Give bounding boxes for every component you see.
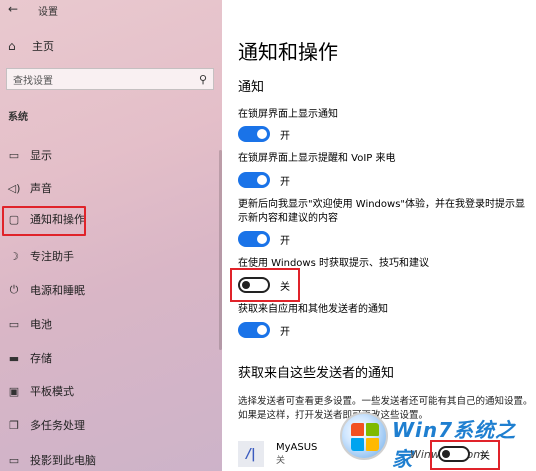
search-placeholder: 查找设置: [13, 75, 53, 87]
toggle-row-app-notifications[interactable]: 开: [238, 322, 290, 338]
setting-label-welcome-experience: 更新后向我显示"欢迎使用 Windows"体验，并在我登录时提示显示新内容和建议…: [238, 199, 526, 224]
toggle-switch[interactable]: [238, 231, 270, 247]
sidebar-item-home[interactable]: ⌂ 主页: [8, 38, 54, 54]
toggle-switch[interactable]: [238, 322, 270, 338]
toggle-state-label: 开: [280, 130, 290, 142]
sound-icon: ◁): [7, 181, 21, 195]
notifications-heading: 通知: [238, 80, 265, 95]
sidebar-item-tablet-mode[interactable]: ▣ 平板模式: [0, 378, 220, 404]
sidebar-item-display[interactable]: ▭ 显示: [0, 142, 220, 168]
sidebar-item-label: 平板模式: [30, 385, 74, 398]
app-status: 关: [276, 456, 286, 466]
sidebar-item-label: 存储: [30, 352, 52, 365]
toggle-row-lockscreen-notifications[interactable]: 开: [238, 126, 290, 142]
toggle-switch[interactable]: [238, 172, 270, 188]
project-icon: ▭: [8, 453, 20, 467]
display-icon: ▭: [8, 148, 20, 162]
setting-label-app-notifications: 获取来自应用和其他发送者的通知: [238, 304, 388, 315]
tips-toggle-highlight-box: [230, 268, 300, 302]
sidebar-item-label: 电源和睡眠: [30, 284, 85, 297]
sidebar-item-focus-assist[interactable]: ☽ 专注助手: [0, 243, 220, 269]
search-icon[interactable]: ⚲: [193, 73, 213, 86]
sidebar-item-power[interactable]: ⏻ 电源和睡眠: [0, 277, 220, 303]
sidebar: ← 设置 ⌂ 主页 查找设置 ⚲ 系统 ▭ 显示 ◁) 声音 ▢ 通知和操作 ☽…: [0, 0, 222, 471]
main-panel: 通知和操作 通知 在锁屏界面上显示通知 开 在锁屏界面上显示提醒和 VoIP 来…: [222, 0, 536, 471]
setting-label-lockscreen-voip: 在锁屏界面上显示提醒和 VoIP 来电: [238, 153, 396, 164]
tablet-icon: ▣: [8, 384, 20, 398]
sidebar-item-project[interactable]: ▭ 投影到此电脑: [0, 447, 220, 471]
app-name: MyASUS: [276, 442, 318, 453]
sidebar-item-label: 显示: [30, 149, 52, 162]
toggle-switch[interactable]: [238, 126, 270, 142]
sidebar-item-label: 专注助手: [30, 250, 74, 263]
page-title: 通知和操作: [238, 40, 338, 64]
multitask-icon: ❐: [9, 418, 19, 432]
home-icon: ⌂: [8, 39, 16, 53]
toggle-state-label: 开: [280, 235, 290, 247]
sender-item-myasus[interactable]: /| MyASUS 关: [238, 441, 317, 467]
myasus-toggle-highlight-box: [430, 440, 500, 470]
senders-heading: 获取来自这些发送者的通知: [238, 366, 395, 381]
windows-logo-icon: [340, 412, 388, 460]
toggle-state-label: 开: [280, 326, 290, 338]
sidebar-item-sound[interactable]: ◁) 声音: [0, 175, 220, 201]
toggle-row-lockscreen-voip[interactable]: 开: [238, 172, 290, 188]
sidebar-item-notifications[interactable]: ▢ 通知和操作: [0, 206, 220, 236]
setting-label-lockscreen-notifications: 在锁屏界面上显示通知: [238, 109, 338, 120]
home-label: 主页: [32, 40, 54, 53]
sidebar-item-battery[interactable]: ▭ 电池: [0, 311, 220, 337]
battery-icon: ▭: [8, 317, 20, 331]
moon-icon: ☽: [9, 249, 19, 263]
section-label-system: 系统: [8, 112, 28, 123]
myasus-app-icon: /|: [238, 441, 264, 467]
toggle-state-label: 开: [280, 176, 290, 188]
sidebar-item-label: 多任务处理: [30, 419, 85, 432]
sidebar-item-storage[interactable]: ▬ 存储: [0, 345, 220, 371]
back-arrow-icon[interactable]: ←: [8, 2, 18, 16]
selection-highlight-box: [2, 206, 86, 236]
toggle-row-welcome-experience[interactable]: 开: [238, 231, 290, 247]
search-input[interactable]: 查找设置 ⚲: [6, 68, 214, 90]
sidebar-item-label: 声音: [30, 182, 52, 195]
app-info: MyASUS 关: [276, 442, 317, 466]
sidebar-item-label: 电池: [30, 318, 52, 331]
power-icon: ⏻: [9, 283, 19, 296]
sidebar-item-multitasking[interactable]: ❐ 多任务处理: [0, 412, 220, 438]
storage-icon: ▬: [8, 351, 20, 365]
sidebar-item-label: 投影到此电脑: [30, 454, 96, 467]
window-title: 设置: [38, 7, 58, 18]
